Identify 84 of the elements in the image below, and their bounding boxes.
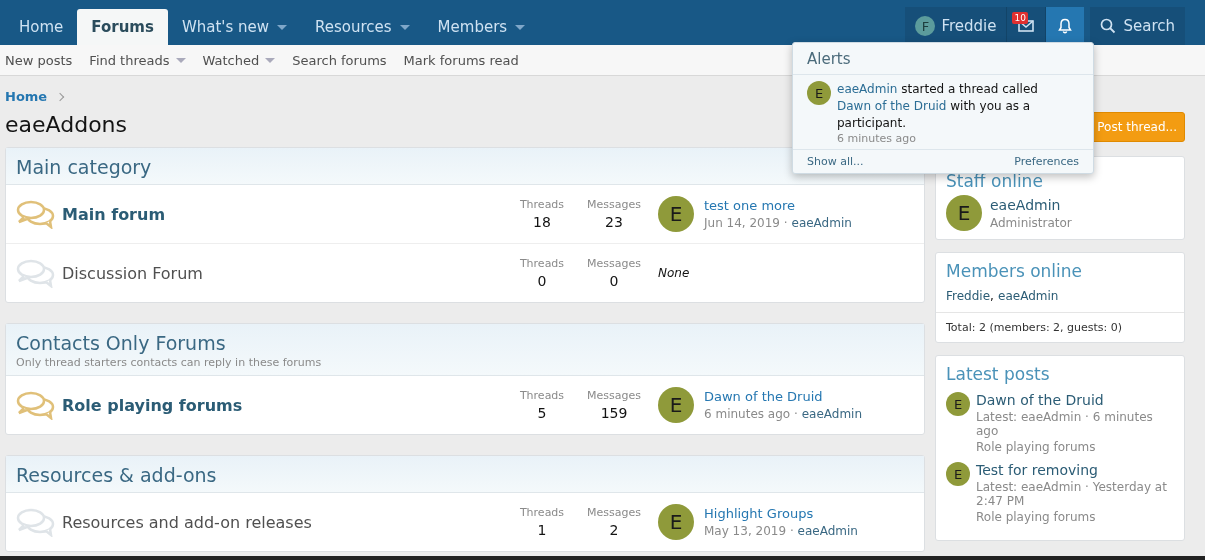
forum-title[interactable]: Resources and add-on releases [62, 512, 502, 532]
nav-tab[interactable]: What's new [167, 9, 301, 45]
separator: · [783, 216, 788, 230]
user-link[interactable]: eaeAdmin [990, 196, 1061, 213]
category-title[interactable]: Contacts Only Forums [16, 332, 914, 354]
user-role: Administrator [990, 215, 1072, 230]
user-link[interactable]: Freddie [946, 289, 991, 304]
forum-name: Role playing forums [976, 440, 1097, 454]
stat-value: 2 [609, 522, 619, 538]
category-description: Only thread starters contacts can reply in these forums [16, 356, 323, 369]
subnav-link[interactable]: Search forums [292, 52, 387, 68]
stat-label: Threads [519, 198, 565, 211]
stat-label: Messages [587, 389, 641, 402]
user-link[interactable]: eaeAdmin [837, 82, 898, 96]
thread-link[interactable]: Dawn of the Druid [837, 99, 947, 113]
avatar[interactable]: E [946, 462, 970, 486]
stat-label: Threads [519, 257, 565, 270]
separator: · [789, 524, 794, 538]
online-total: Total: 2 (members: 2, guests: 0) [946, 320, 1124, 334]
popup-title: Alerts [793, 43, 1093, 75]
forum-name: Role playing forums [976, 510, 1097, 524]
user-menu[interactable]: F Freddie [905, 7, 1007, 45]
envelope-icon [1018, 19, 1035, 33]
avatar[interactable]: E [946, 195, 982, 231]
nav-tab[interactable]: Home [5, 9, 78, 45]
stat-value: 18 [533, 214, 551, 230]
search-button[interactable]: Search [1090, 7, 1185, 45]
post-date: May 13, 2019 [704, 524, 787, 538]
post-meta: Latest: eaeAdmin · 6 minutes ago [976, 410, 1154, 438]
no-posts-text: None [658, 266, 690, 280]
user-link[interactable]: eaeAdmin [801, 407, 862, 421]
bell-icon [1058, 18, 1073, 34]
stat-value: 0 [537, 273, 547, 289]
subnav-link[interactable]: Watched [202, 52, 276, 68]
user-link[interactable]: eaeAdmin [797, 524, 858, 538]
post-meta: Latest: eaeAdmin · Yesterday at 2:47 PM [976, 480, 1168, 508]
show-all-link[interactable]: Show all... [807, 155, 864, 168]
stat-value: 0 [609, 273, 619, 289]
stat-label: Messages [587, 506, 641, 519]
forum-title[interactable]: Role playing forums [62, 395, 502, 415]
stat-value: 5 [537, 405, 547, 421]
stat-value: 23 [605, 214, 623, 230]
alerts-button[interactable] [1045, 7, 1085, 45]
thread-link[interactable]: test one more [704, 198, 852, 213]
card-title: Staff online [946, 171, 1044, 191]
avatar[interactable]: E [807, 81, 831, 105]
separator: , [990, 289, 994, 304]
thread-link[interactable]: Test for removing [976, 462, 1098, 478]
post-date: Jun 14, 2019 [704, 216, 780, 230]
preferences-link[interactable]: Preferences [1014, 155, 1079, 168]
stat-label: Messages [587, 198, 641, 211]
thread-link[interactable]: Dawn of the Druid [976, 392, 1104, 408]
subnav-link[interactable]: Mark forums read [403, 52, 519, 68]
subnav-link[interactable]: Find threads [89, 52, 186, 68]
nav-tab[interactable]: Members [423, 9, 540, 45]
subnav-link[interactable]: New posts [5, 52, 73, 68]
nav-tab[interactable]: Resources [301, 9, 424, 45]
thread-link[interactable]: Dawn of the Druid [704, 389, 862, 404]
stat-value: 159 [600, 405, 628, 421]
forum-title[interactable]: Discussion Forum [62, 263, 502, 283]
count-badge: 10 [1012, 12, 1028, 24]
inbox-button[interactable]: 10 [1006, 7, 1046, 45]
alert-text: eaeAdmin started a thread called Dawn of the Druid with you as a participant. [837, 81, 1039, 132]
stat-label: Messages [587, 257, 641, 270]
page-title: eaeAddons [5, 112, 127, 137]
avatar[interactable]: E [658, 387, 694, 423]
stat-label: Threads [519, 389, 565, 402]
avatar[interactable]: E [658, 504, 694, 540]
stat-value: 1 [537, 522, 547, 538]
card-title: Latest posts [946, 364, 1051, 384]
card-title: Members online [946, 261, 1084, 281]
user-link[interactable]: eaeAdmin [791, 216, 852, 230]
avatar[interactable]: E [946, 392, 970, 416]
breadcrumb-link[interactable]: Home [5, 89, 48, 104]
post-date: 6 minutes ago [704, 407, 791, 421]
stat-label: Threads [519, 506, 565, 519]
forum-title[interactable]: Main forum [62, 204, 502, 224]
search-icon [1100, 18, 1117, 34]
user-link[interactable]: eaeAdmin [998, 289, 1059, 304]
nav-tab[interactable]: Forums [77, 9, 168, 45]
avatar[interactable]: E [658, 196, 694, 232]
alert-time: 6 minutes ago [837, 132, 917, 145]
thread-link[interactable]: Highlight Groups [704, 506, 858, 521]
separator: · [794, 407, 798, 421]
